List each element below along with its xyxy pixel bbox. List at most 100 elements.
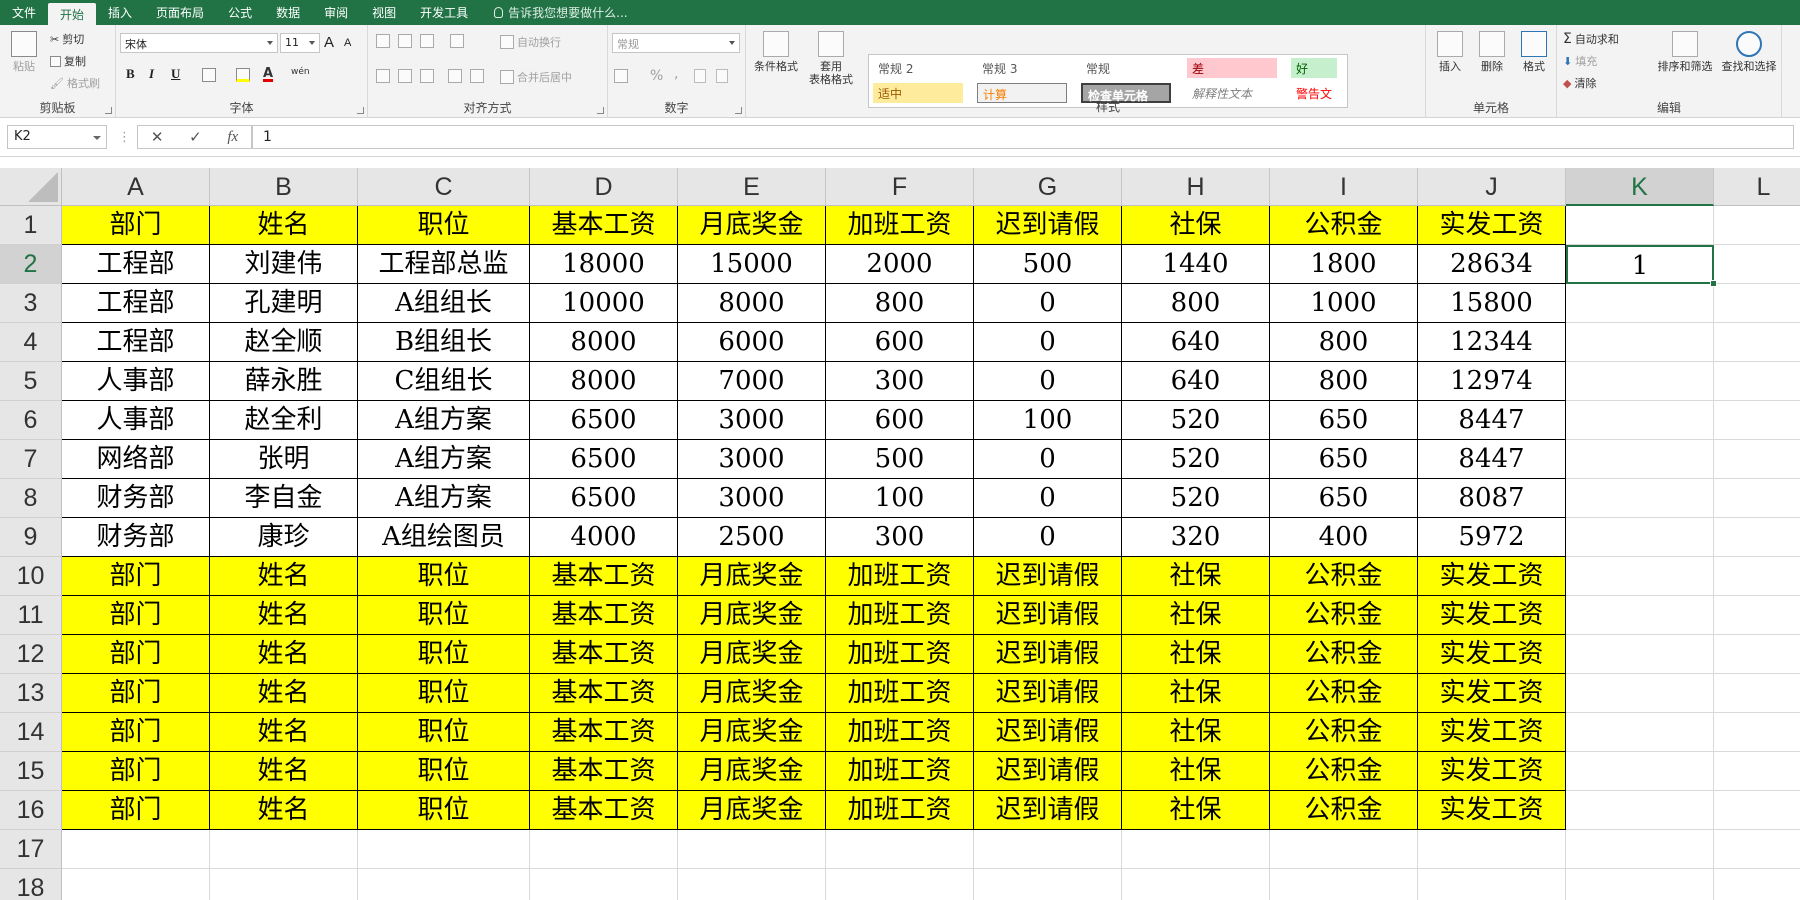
insert-cells-button[interactable]: 插入 (1432, 31, 1468, 73)
find-select-button[interactable]: 查找和选择 (1719, 31, 1779, 73)
cell-l11[interactable] (1714, 596, 1800, 635)
style-normal-3[interactable]: 常规 3 (977, 58, 1067, 78)
cell-b7[interactable]: 张明 (210, 440, 358, 479)
cell-c17[interactable] (358, 830, 530, 869)
tell-me-search[interactable]: 告诉我您想要做什么... (480, 0, 628, 25)
number-launcher-icon[interactable] (735, 107, 742, 114)
cell-f12[interactable]: 加班工资 (826, 635, 974, 674)
cell-g3[interactable]: 0 (974, 284, 1122, 323)
cell-a11[interactable]: 部门 (62, 596, 210, 635)
cell-h9[interactable]: 320 (1122, 518, 1270, 557)
cell-b1[interactable]: 姓名 (210, 206, 358, 245)
row-header-16[interactable]: 16 (0, 791, 62, 830)
number-format-select[interactable]: 常规 (612, 33, 740, 53)
row-header-4[interactable]: 4 (0, 323, 62, 362)
cell-e18[interactable] (678, 869, 826, 900)
decrease-decimal-button[interactable] (716, 69, 728, 83)
cell-b18[interactable] (210, 869, 358, 900)
cell-i10[interactable]: 公积金 (1270, 557, 1418, 596)
tab-home[interactable]: 开始 (48, 3, 97, 25)
cell-e6[interactable]: 3000 (678, 401, 826, 440)
row-header-17[interactable]: 17 (0, 830, 62, 869)
grow-font-button[interactable]: A (324, 34, 334, 51)
cell-h2[interactable]: 1440 (1122, 245, 1270, 284)
cell-d9[interactable]: 4000 (530, 518, 678, 557)
cell-i14[interactable]: 公积金 (1270, 713, 1418, 752)
cell-d11[interactable]: 基本工资 (530, 596, 678, 635)
cancel-icon[interactable]: ✕ (151, 128, 164, 146)
cell-j8[interactable]: 8087 (1418, 479, 1566, 518)
cell-l5[interactable] (1714, 362, 1800, 401)
wrap-text-button[interactable]: 自动换行 (500, 34, 561, 50)
cell-a6[interactable]: 人事部 (62, 401, 210, 440)
cell-l15[interactable] (1714, 752, 1800, 791)
cell-g2[interactable]: 500 (974, 245, 1122, 284)
cell-e14[interactable]: 月底奖金 (678, 713, 826, 752)
align-middle-button[interactable] (398, 34, 412, 48)
row-header-14[interactable]: 14 (0, 713, 62, 752)
row-header-11[interactable]: 11 (0, 596, 62, 635)
cell-i12[interactable]: 公积金 (1270, 635, 1418, 674)
cell-a15[interactable]: 部门 (62, 752, 210, 791)
cell-b3[interactable]: 孔建明 (210, 284, 358, 323)
cell-l7[interactable] (1714, 440, 1800, 479)
cell-l8[interactable] (1714, 479, 1800, 518)
cell-a14[interactable]: 部门 (62, 713, 210, 752)
cell-h7[interactable]: 520 (1122, 440, 1270, 479)
format-as-table-button[interactable]: 套用 表格格式 (805, 31, 857, 86)
active-cell[interactable]: 1 (1566, 245, 1714, 284)
cell-d1[interactable]: 基本工资 (530, 206, 678, 245)
cell-j9[interactable]: 5972 (1418, 518, 1566, 557)
cell-f16[interactable]: 加班工资 (826, 791, 974, 830)
column-header-a[interactable]: A (62, 168, 210, 206)
cell-h18[interactable] (1122, 869, 1270, 900)
cell-e7[interactable]: 3000 (678, 440, 826, 479)
row-header-2[interactable]: 2 (0, 245, 62, 284)
format-painter-button[interactable]: 🖌 格式刷 (50, 75, 100, 91)
cell-c1[interactable]: 职位 (358, 206, 530, 245)
style-normal-2[interactable]: 常规 2 (873, 58, 963, 78)
cell-k14[interactable] (1566, 713, 1714, 752)
cell-c11[interactable]: 职位 (358, 596, 530, 635)
cell-k18[interactable] (1566, 869, 1714, 900)
style-normal[interactable]: 常规 (1081, 58, 1171, 78)
row-header-3[interactable]: 3 (0, 284, 62, 323)
tab-developer[interactable]: 开发工具 (408, 0, 480, 25)
cell-i17[interactable] (1270, 830, 1418, 869)
cell-d8[interactable]: 6500 (530, 479, 678, 518)
cell-c9[interactable]: A组绘图员 (358, 518, 530, 557)
cell-l2[interactable] (1714, 245, 1800, 284)
tab-page-layout[interactable]: 页面布局 (144, 0, 216, 25)
tab-formulas[interactable]: 公式 (216, 0, 264, 25)
italic-button[interactable]: I (149, 66, 154, 82)
cell-l1[interactable] (1714, 206, 1800, 245)
cell-k5[interactable] (1566, 362, 1714, 401)
cell-b2[interactable]: 刘建伟 (210, 245, 358, 284)
cell-g17[interactable] (974, 830, 1122, 869)
cell-a18[interactable] (62, 869, 210, 900)
cell-i13[interactable]: 公积金 (1270, 674, 1418, 713)
tab-insert[interactable]: 插入 (96, 0, 144, 25)
cell-b14[interactable]: 姓名 (210, 713, 358, 752)
row-header-18[interactable]: 18 (0, 869, 62, 900)
cell-c6[interactable]: A组方案 (358, 401, 530, 440)
cell-b13[interactable]: 姓名 (210, 674, 358, 713)
cell-g11[interactable]: 迟到请假 (974, 596, 1122, 635)
cell-i3[interactable]: 1000 (1270, 284, 1418, 323)
cell-i7[interactable]: 650 (1270, 440, 1418, 479)
cell-a8[interactable]: 财务部 (62, 479, 210, 518)
cell-d4[interactable]: 8000 (530, 323, 678, 362)
cell-f3[interactable]: 800 (826, 284, 974, 323)
cell-b15[interactable]: 姓名 (210, 752, 358, 791)
increase-decimal-button[interactable] (694, 69, 706, 83)
cell-f14[interactable]: 加班工资 (826, 713, 974, 752)
percent-button[interactable]: % (650, 68, 663, 84)
font-size-select[interactable]: 11 (280, 33, 320, 53)
cell-f7[interactable]: 500 (826, 440, 974, 479)
cell-c18[interactable] (358, 869, 530, 900)
cell-d2[interactable]: 18000 (530, 245, 678, 284)
cell-l16[interactable] (1714, 791, 1800, 830)
cell-e1[interactable]: 月底奖金 (678, 206, 826, 245)
cell-i11[interactable]: 公积金 (1270, 596, 1418, 635)
cell-i4[interactable]: 800 (1270, 323, 1418, 362)
